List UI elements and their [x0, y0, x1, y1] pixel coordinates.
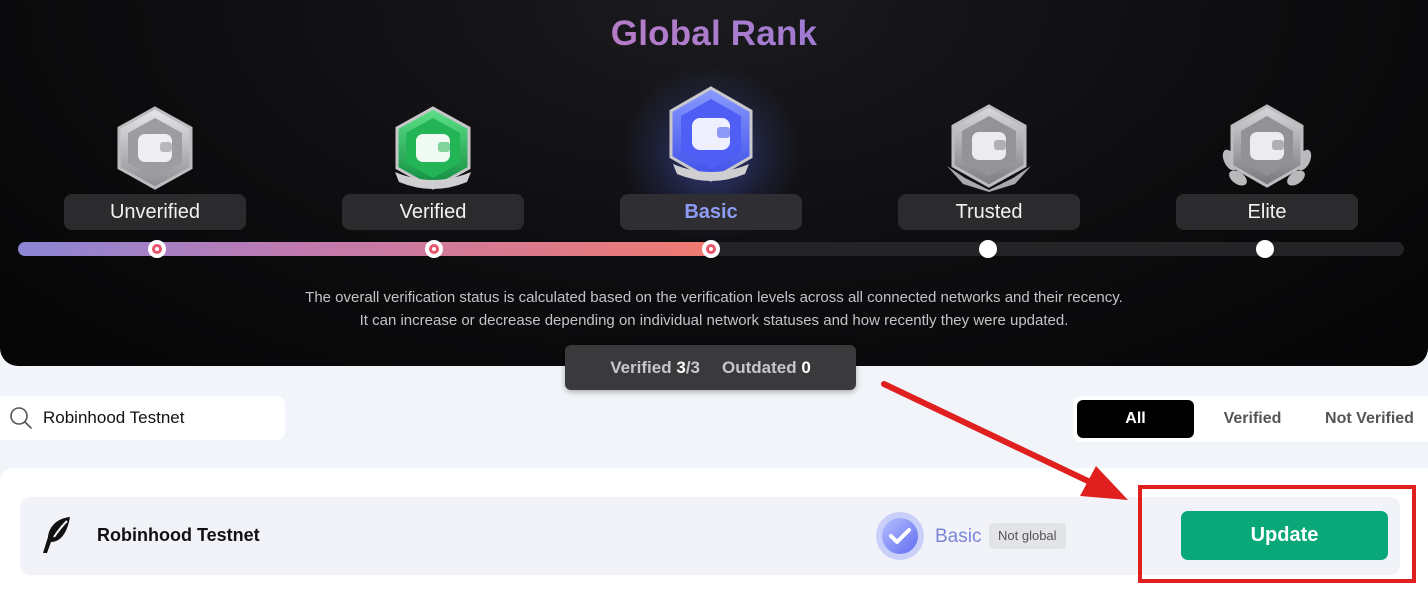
tier-label: Elite [1176, 194, 1358, 230]
verification-summary: Verified 3/3 Outdated 0 [565, 345, 856, 390]
filter-all[interactable]: All [1077, 400, 1194, 438]
progress-dot-verified [425, 240, 443, 258]
rank-description: The overall verification status is calcu… [0, 286, 1428, 332]
annotation-highlight-box [1138, 485, 1416, 583]
verified-check-icon [876, 512, 924, 560]
network-search[interactable] [0, 396, 285, 440]
outdated-count: 0 [801, 357, 811, 377]
verified-total: /3 [685, 357, 700, 377]
outdated-label: Outdated [722, 357, 797, 377]
progress-dot-trusted [979, 240, 997, 258]
wallet-badge-icon [117, 106, 193, 190]
network-name: Robinhood Testnet [97, 525, 260, 545]
search-input[interactable] [43, 408, 273, 428]
status-filter-tabs: All Verified Not Verified [1073, 396, 1428, 442]
page-title: Global Rank [0, 14, 1428, 54]
filter-verified[interactable]: Verified [1194, 400, 1311, 438]
wallet-badge-icon [1222, 104, 1312, 188]
verified-count: 3 [676, 357, 686, 377]
rank-progress-fill [18, 242, 711, 256]
outdated-summary: Outdated 0 [722, 358, 811, 378]
robinhood-feather-icon [43, 517, 70, 553]
tier-label: Trusted [898, 194, 1080, 230]
wallet-badge-icon [947, 104, 1031, 192]
progress-dot-elite [1256, 240, 1274, 258]
filter-not-verified[interactable]: Not Verified [1311, 400, 1428, 438]
description-line: It can increase or decrease depending on… [359, 312, 1069, 329]
tier-label: Unverified [64, 194, 246, 230]
progress-dot-unverified [148, 240, 166, 258]
verified-label: Verified [610, 357, 672, 377]
global-rank-panel: Global Rank Unverified Verified Basic Tr… [0, 0, 1428, 366]
wallet-badge-icon [395, 106, 471, 190]
network-level: Basic [935, 526, 982, 547]
search-icon [10, 407, 32, 429]
tier-label: Basic [620, 194, 802, 230]
description-line: The overall verification status is calcu… [305, 289, 1123, 306]
tier-label: Verified [342, 194, 524, 230]
scope-badge: Not global [989, 523, 1066, 549]
verified-summary: Verified 3/3 [610, 358, 700, 378]
wallet-badge-icon [669, 86, 753, 182]
progress-dot-basic [702, 240, 720, 258]
